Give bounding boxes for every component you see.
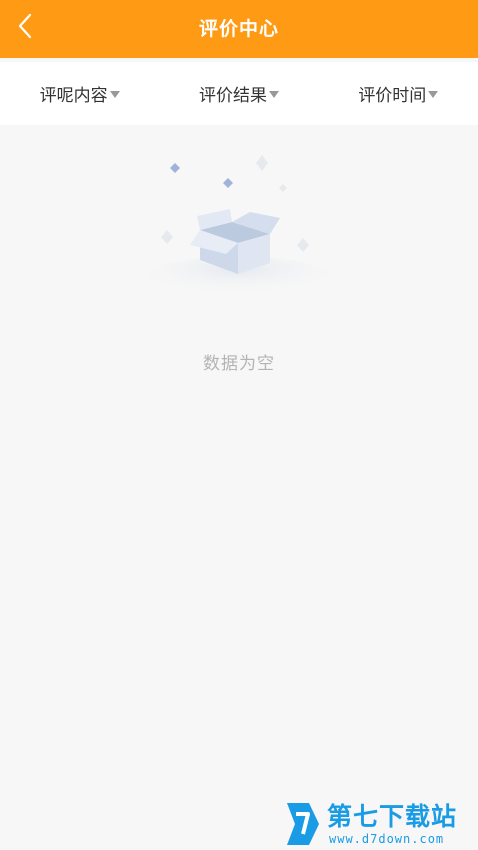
site-logo-icon <box>287 803 319 845</box>
filter-time[interactable]: 评价时间 <box>319 62 478 125</box>
filter-content[interactable]: 评呢内容 <box>0 62 159 125</box>
page-title: 评价中心 <box>198 18 279 40</box>
triangle-down-icon <box>428 90 439 98</box>
triangle-down-icon <box>268 90 279 98</box>
empty-box-icon <box>140 150 340 300</box>
watermark-url: www.d7down.com <box>329 832 445 846</box>
triangle-down-icon <box>109 90 120 98</box>
filter-result[interactable]: 评价结果 <box>159 62 318 125</box>
watermark: 第七下载站 www.d7down.com <box>283 800 475 848</box>
filter-result-label: 评价结果 <box>198 86 267 106</box>
empty-state-text: 数据为空 <box>203 354 275 374</box>
filter-time-label: 评价时间 <box>358 86 427 106</box>
filter-bar: 评呢内容 评价结果 评价时间 <box>0 62 478 125</box>
app-header: 评价中心 <box>0 0 478 58</box>
watermark-name: 第七下载站 <box>327 802 458 831</box>
filter-content-label: 评呢内容 <box>39 86 108 106</box>
